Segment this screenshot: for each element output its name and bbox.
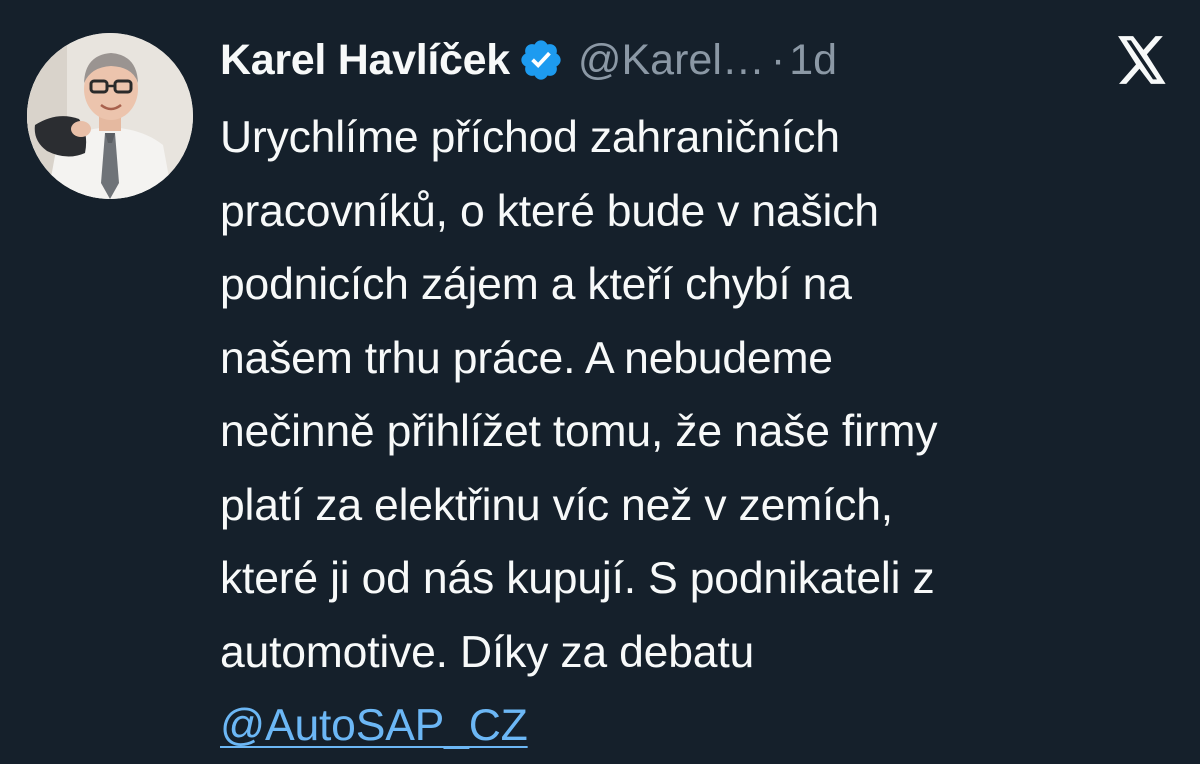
- tweet-header: Karel Havlíček @Karel… · 1d: [220, 30, 837, 90]
- tweet-timestamp[interactable]: 1d: [789, 36, 837, 85]
- tweet-text-line: podnicích zájem a kteří chybí na: [220, 260, 852, 309]
- x-logo-icon[interactable]: [1116, 36, 1168, 84]
- tweet-text-line: automotive. Díky za debatu: [220, 627, 755, 677]
- separator-dot: ·: [770, 35, 786, 84]
- tweet-card: Karel Havlíček @Karel… · 1d Urychlíme př…: [0, 0, 1200, 764]
- verified-badge-icon: [518, 37, 564, 83]
- author-handle[interactable]: @Karel…: [578, 36, 765, 85]
- tweet-text-line: nečinně přihlížet tomu, že naše firmy: [220, 407, 938, 456]
- tweet-text-line: našem trhu práce. A nebudeme: [220, 333, 833, 383]
- author-name[interactable]: Karel Havlíček: [220, 36, 510, 85]
- tweet-text: Urychlíme příchod zahraničních pracovník…: [220, 101, 1180, 763]
- tweet-text-line: které ji od nás kupují. S podnikateli z: [220, 554, 935, 603]
- mention-link[interactable]: @AutoSAP_CZ: [220, 701, 528, 750]
- tweet-text-line: pracovníků, o které bude v našich: [220, 186, 879, 236]
- tweet-text-line: platí za elektřinu víc než v zemích,: [220, 480, 893, 530]
- tweet-text-line: Urychlíme příchod zahraničních: [220, 113, 840, 162]
- avatar[interactable]: [27, 33, 193, 199]
